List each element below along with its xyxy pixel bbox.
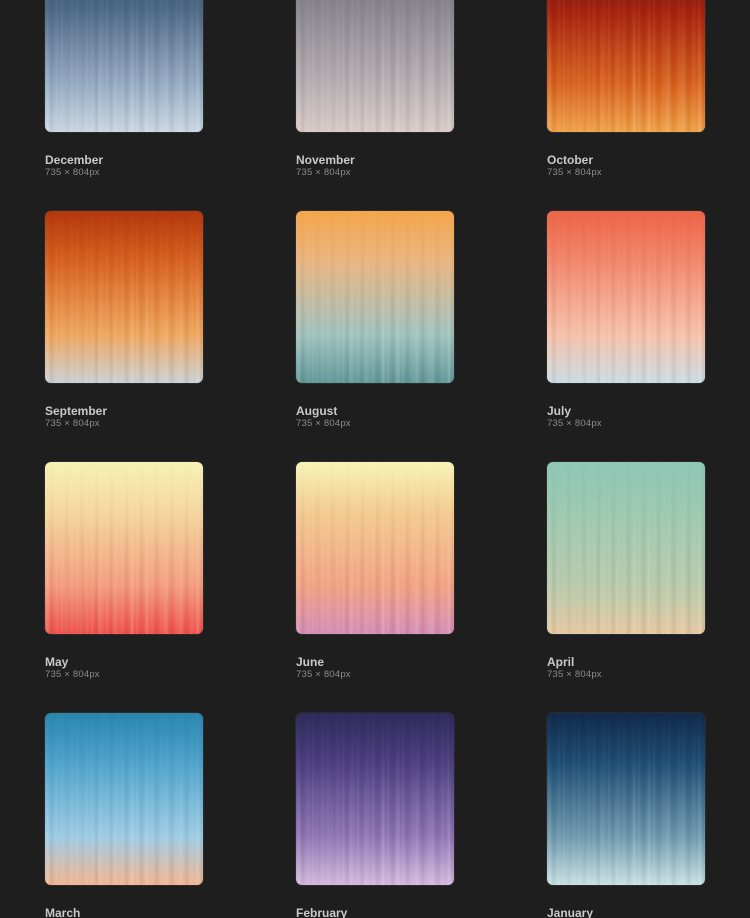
gallery-item-august[interactable]: August 735 × 804px	[296, 211, 454, 430]
item-dimensions: 735 × 804px	[547, 167, 602, 178]
gradient-thumbnail[interactable]	[296, 211, 454, 383]
item-title: September	[45, 404, 108, 418]
gallery-grid: December 735 × 804px November 735 × 804p…	[0, 0, 750, 918]
gallery-item-december[interactable]: December 735 × 804px	[45, 0, 203, 179]
item-dimensions: 735 × 804px	[296, 669, 351, 680]
item-title: July	[547, 404, 572, 418]
gallery-item-january[interactable]: January	[547, 713, 705, 918]
item-title: May	[45, 655, 69, 669]
item-dimensions: 735 × 804px	[296, 167, 351, 178]
gallery-item-february[interactable]: February	[296, 713, 454, 918]
item-dimensions: 735 × 804px	[547, 418, 602, 429]
gallery-item-april[interactable]: April 735 × 804px	[547, 462, 705, 681]
gallery-item-october[interactable]: October 735 × 804px	[547, 0, 705, 179]
item-title: August	[296, 404, 338, 418]
gallery-item-march[interactable]: March	[45, 713, 203, 918]
item-title: February	[296, 906, 348, 918]
item-dimensions: 735 × 804px	[547, 669, 602, 680]
item-title: November	[296, 153, 355, 167]
gradient-thumbnail[interactable]	[45, 462, 203, 634]
gallery-item-november[interactable]: November 735 × 804px	[296, 0, 454, 179]
gradient-thumbnail[interactable]	[296, 462, 454, 634]
item-dimensions: 735 × 804px	[45, 167, 100, 178]
item-title: April	[547, 655, 575, 669]
gradient-thumbnail[interactable]	[45, 211, 203, 383]
gallery-item-may[interactable]: May 735 × 804px	[45, 462, 203, 681]
item-dimensions: 735 × 804px	[45, 669, 100, 680]
item-title: June	[296, 655, 325, 669]
gradient-thumbnail[interactable]	[547, 0, 705, 132]
item-title: January	[547, 906, 594, 918]
item-dimensions: 735 × 804px	[45, 418, 100, 429]
gradient-thumbnail[interactable]	[296, 0, 454, 132]
gallery-item-july[interactable]: July 735 × 804px	[547, 211, 705, 430]
gradient-thumbnail[interactable]	[45, 713, 203, 885]
item-dimensions: 735 × 804px	[296, 418, 351, 429]
gradient-thumbnail[interactable]	[547, 462, 705, 634]
gradient-thumbnail[interactable]	[45, 0, 203, 132]
gradient-thumbnail[interactable]	[296, 713, 454, 885]
gradient-thumbnail[interactable]	[547, 713, 705, 885]
gradient-thumbnail[interactable]	[547, 211, 705, 383]
item-title: October	[547, 153, 594, 167]
gallery-item-june[interactable]: June 735 × 804px	[296, 462, 454, 681]
item-title: December	[45, 153, 104, 167]
gallery-item-september[interactable]: September 735 × 804px	[45, 211, 203, 430]
item-title: March	[45, 906, 81, 918]
